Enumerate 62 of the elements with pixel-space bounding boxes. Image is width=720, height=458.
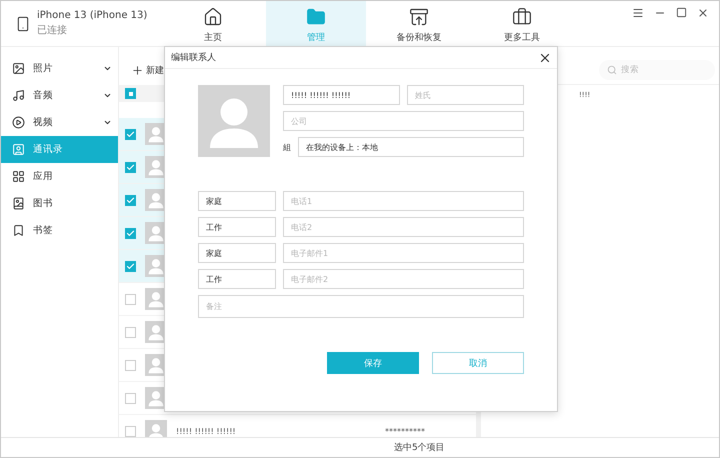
archive-icon bbox=[409, 7, 429, 27]
contact-card-icon bbox=[12, 143, 25, 156]
row-checkbox[interactable] bbox=[125, 194, 136, 206]
dialog-title: 编辑联系人 bbox=[171, 52, 216, 64]
sidebar-item[interactable]: 书签 bbox=[1, 217, 118, 244]
row-checkbox[interactable] bbox=[125, 360, 136, 370]
group-label: 組 bbox=[283, 142, 291, 152]
grid-icon bbox=[12, 170, 25, 183]
type-field[interactable]: 工作 bbox=[198, 269, 276, 289]
book-icon bbox=[12, 197, 25, 210]
contact-name: !!!!! !!!!!! !!!!!! bbox=[176, 426, 237, 436]
device-status: 已连接 bbox=[37, 24, 68, 37]
nav-tab[interactable]: 备份和恢复 bbox=[369, 1, 469, 46]
sidebar-item[interactable]: 视频 bbox=[1, 109, 118, 136]
bookmark-icon bbox=[12, 224, 25, 237]
close-icon[interactable] bbox=[697, 7, 709, 19]
sidebar-item[interactable]: 音频 bbox=[1, 82, 118, 109]
group-field[interactable]: 在我的设备上：本地 bbox=[298, 137, 524, 157]
device-name: iPhone 13 (iPhone 13) bbox=[37, 10, 148, 21]
phone-icon bbox=[15, 16, 31, 32]
avatar-icon bbox=[198, 85, 270, 157]
row-checkbox[interactable] bbox=[125, 128, 136, 140]
sidebar-label: 音频 bbox=[33, 89, 54, 102]
row-checkbox[interactable] bbox=[125, 326, 136, 338]
row-checkbox[interactable] bbox=[125, 294, 136, 304]
search-icon bbox=[607, 64, 617, 74]
type-field[interactable]: 家庭 bbox=[198, 243, 276, 263]
sidebar-item[interactable]: 照片 bbox=[1, 55, 118, 82]
row-checkbox[interactable] bbox=[125, 392, 136, 404]
music-note-icon bbox=[12, 89, 25, 102]
sidebar-label: 图书 bbox=[33, 197, 54, 210]
sidebar-label: 应用 bbox=[33, 170, 54, 183]
sidebar-label: 视频 bbox=[33, 116, 54, 129]
sidebar-label: 照片 bbox=[33, 62, 54, 75]
maximize-icon[interactable] bbox=[676, 7, 687, 18]
folder-icon bbox=[306, 7, 326, 27]
chevron-icon[interactable] bbox=[103, 91, 112, 100]
contact-phone: ********** bbox=[385, 426, 426, 436]
given-name-field[interactable]: !!!!! !!!!!! !!!!!! bbox=[283, 85, 400, 105]
plus-icon bbox=[131, 64, 144, 76]
sidebar-label: 通讯录 bbox=[33, 143, 64, 156]
sidebar-item[interactable]: 应用 bbox=[1, 163, 118, 190]
row-checkbox[interactable] bbox=[125, 260, 136, 272]
home-icon bbox=[203, 7, 223, 27]
nav-tab[interactable]: 主页 bbox=[163, 1, 263, 46]
new-button[interactable]: 新建 bbox=[131, 64, 164, 76]
row-checkbox[interactable] bbox=[125, 426, 136, 436]
chevron-icon[interactable] bbox=[103, 118, 112, 127]
row-checkbox[interactable] bbox=[125, 228, 136, 238]
play-icon bbox=[12, 116, 25, 129]
status-text: 选中5个项目 bbox=[394, 442, 445, 454]
type-field[interactable]: 工作 bbox=[198, 217, 276, 237]
chevron-icon[interactable] bbox=[103, 64, 112, 73]
type-field[interactable]: 家庭 bbox=[198, 191, 276, 211]
row-checkbox[interactable] bbox=[125, 162, 136, 172]
sidebar-item[interactable]: 图书 bbox=[1, 190, 118, 217]
toolbox-icon bbox=[512, 7, 532, 27]
menu-icon[interactable] bbox=[632, 7, 644, 19]
sidebar-label: 书签 bbox=[33, 224, 54, 237]
select-all-checkbox[interactable] bbox=[125, 88, 136, 99]
image-icon bbox=[12, 62, 25, 75]
nav-tab[interactable]: 更多工具 bbox=[472, 1, 572, 46]
